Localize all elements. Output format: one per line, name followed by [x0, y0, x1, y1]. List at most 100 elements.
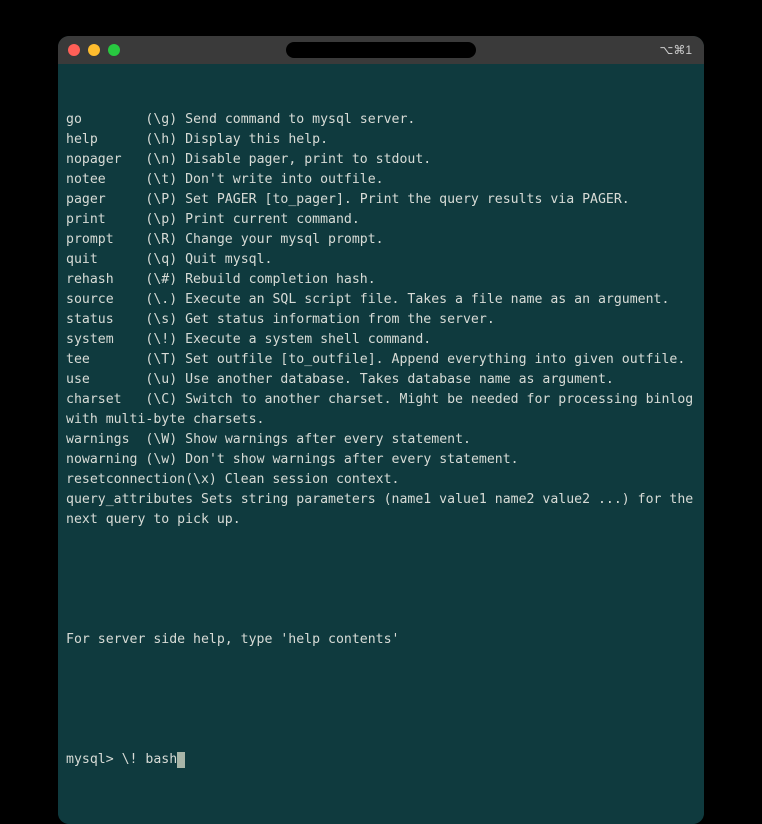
help-command: prompt	[66, 232, 114, 247]
help-command: resetconnection	[66, 472, 185, 487]
help-row: quit (\q) Quit mysql.	[66, 250, 696, 270]
window-shortcut-label: ⌥⌘1	[659, 43, 692, 57]
help-command: source	[66, 292, 114, 307]
help-padding	[98, 132, 146, 147]
help-description: Show warnings after every statement.	[177, 432, 471, 447]
window-title-obscured	[286, 42, 476, 58]
help-shortcode: (\P)	[145, 192, 177, 207]
help-shortcode: (\!)	[145, 332, 177, 347]
help-command: nowarning	[66, 452, 137, 467]
help-description: Set outfile [to_outfile]. Append everyth…	[177, 352, 685, 367]
blank-line	[66, 570, 696, 590]
help-command: warnings	[66, 432, 130, 447]
help-command: quit	[66, 252, 98, 267]
help-shortcode: (\T)	[145, 352, 177, 367]
help-row: query_attributes Sets string parameters …	[66, 490, 696, 530]
help-description: Change your mysql prompt.	[177, 232, 383, 247]
help-command: query_attributes	[66, 492, 193, 507]
help-padding	[98, 252, 146, 267]
help-padding	[114, 312, 146, 327]
help-command: system	[66, 332, 114, 347]
help-padding	[82, 112, 146, 127]
help-padding	[130, 432, 146, 447]
help-padding	[106, 212, 146, 227]
help-description: Print current command.	[177, 212, 360, 227]
help-shortcode: (\n)	[145, 152, 177, 167]
help-padding	[90, 352, 146, 367]
help-padding	[193, 492, 201, 507]
mysql-prompt-line[interactable]: mysql> \! bash	[66, 750, 696, 770]
help-shortcode: (\t)	[145, 172, 177, 187]
minimize-icon[interactable]	[88, 44, 100, 56]
help-command: nopager	[66, 152, 122, 167]
blank-line	[66, 690, 696, 710]
help-row: tee (\T) Set outfile [to_outfile]. Appen…	[66, 350, 696, 370]
help-command: pager	[66, 192, 106, 207]
help-row: prompt (\R) Change your mysql prompt.	[66, 230, 696, 250]
help-description: Don't show warnings after every statemen…	[177, 452, 518, 467]
help-shortcode: (\x)	[185, 472, 217, 487]
help-command: use	[66, 372, 90, 387]
mysql-prompt-prefix: mysql>	[66, 750, 122, 770]
help-row: notee (\t) Don't write into outfile.	[66, 170, 696, 190]
help-command: status	[66, 312, 114, 327]
zoom-icon[interactable]	[108, 44, 120, 56]
help-row: source (\.) Execute an SQL script file. …	[66, 290, 696, 310]
help-row: system (\!) Execute a system shell comma…	[66, 330, 696, 350]
help-shortcode: (\.)	[145, 292, 177, 307]
help-row: nopager (\n) Disable pager, print to std…	[66, 150, 696, 170]
help-description: Rebuild completion hash.	[177, 272, 376, 287]
help-description: Clean session context.	[217, 472, 400, 487]
help-row: print (\p) Print current command.	[66, 210, 696, 230]
help-padding	[106, 172, 146, 187]
terminal-window: ⌥⌘1 go (\g) Send command to mysql server…	[58, 36, 704, 824]
help-padding	[106, 192, 146, 207]
help-padding	[114, 232, 146, 247]
help-row: go (\g) Send command to mysql server.	[66, 110, 696, 130]
help-description: Quit mysql.	[177, 252, 272, 267]
help-shortcode: (\C)	[145, 392, 177, 407]
help-command: notee	[66, 172, 106, 187]
help-row: help (\h) Display this help.	[66, 130, 696, 150]
help-row: charset (\C) Switch to another charset. …	[66, 390, 696, 430]
server-help-hint: For server side help, type 'help content…	[66, 630, 696, 650]
help-command: print	[66, 212, 106, 227]
help-description: Disable pager, print to stdout.	[177, 152, 431, 167]
help-command: go	[66, 112, 82, 127]
help-shortcode: (\#)	[145, 272, 177, 287]
titlebar: ⌥⌘1	[58, 36, 704, 64]
help-shortcode: (\p)	[145, 212, 177, 227]
help-row: use (\u) Use another database. Takes dat…	[66, 370, 696, 390]
help-row: nowarning (\w) Don't show warnings after…	[66, 450, 696, 470]
help-padding	[114, 292, 146, 307]
help-shortcode: (\h)	[145, 132, 177, 147]
help-row: status (\s) Get status information from …	[66, 310, 696, 330]
help-description: Execute a system shell command.	[177, 332, 431, 347]
help-shortcode: (\W)	[145, 432, 177, 447]
help-description: Use another database. Takes database nam…	[177, 372, 614, 387]
help-command: help	[66, 132, 98, 147]
help-row: resetconnection(\x) Clean session contex…	[66, 470, 696, 490]
help-shortcode: (\R)	[145, 232, 177, 247]
help-padding	[114, 272, 146, 287]
help-row: rehash (\#) Rebuild completion hash.	[66, 270, 696, 290]
help-shortcode: (\u)	[145, 372, 177, 387]
close-icon[interactable]	[68, 44, 80, 56]
help-description: Get status information from the server.	[177, 312, 495, 327]
help-shortcode: (\w)	[145, 452, 177, 467]
help-padding	[114, 332, 146, 347]
mysql-prompt-input[interactable]: \! bash	[122, 750, 178, 770]
cursor-icon	[177, 752, 185, 768]
help-shortcode: (\q)	[145, 252, 177, 267]
help-description: Set PAGER [to_pager]. Print the query re…	[177, 192, 630, 207]
help-padding	[122, 152, 146, 167]
help-description: Execute an SQL script file. Takes a file…	[177, 292, 669, 307]
help-shortcode: (\s)	[145, 312, 177, 327]
window-controls	[68, 44, 120, 56]
help-padding	[90, 372, 146, 387]
terminal-body[interactable]: go (\g) Send command to mysql server.hel…	[58, 64, 704, 824]
help-shortcode: (\g)	[145, 112, 177, 127]
help-command: tee	[66, 352, 90, 367]
help-command: charset	[66, 392, 122, 407]
mysql-help-output: go (\g) Send command to mysql server.hel…	[66, 110, 696, 530]
